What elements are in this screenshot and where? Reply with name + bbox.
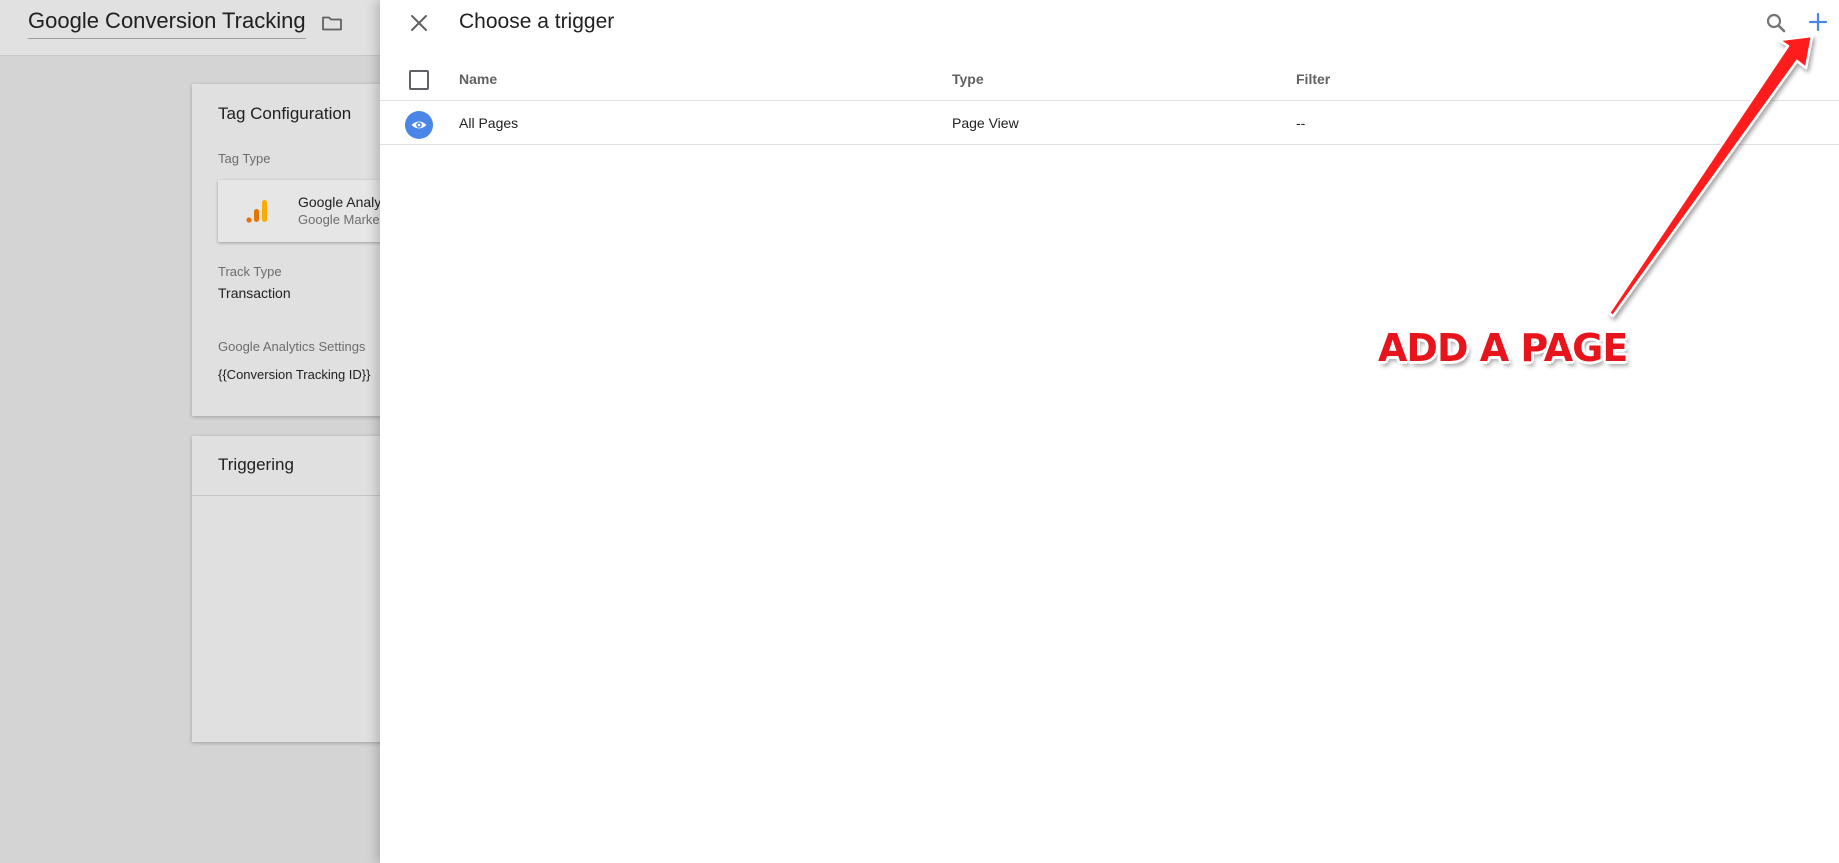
column-header-type[interactable]: Type [952,71,984,87]
ga-settings-value: {{Conversion Tracking ID}} [218,367,371,382]
google-analytics-icon [246,200,267,223]
column-header-name[interactable]: Name [459,71,497,87]
eye-icon [411,121,427,129]
tag-name-title[interactable]: Google Conversion Tracking [28,8,306,39]
panel-title: Choose a trigger [459,10,615,33]
tag-type-selector[interactable]: Google Analy Google Marke [218,180,392,242]
tag-configuration-card[interactable]: Tag Configuration Tag Type Google Analy … [192,84,392,416]
track-type-value: Transaction [218,285,291,301]
triggering-heading: Triggering [218,455,294,474]
select-all-checkbox[interactable] [409,70,429,90]
tag-type-subtitle: Google Marke [298,212,380,227]
tag-type-label: Tag Type [218,151,271,166]
close-icon[interactable] [407,11,431,35]
trigger-type: Page View [952,115,1019,131]
triggering-card[interactable]: Triggering [192,436,392,742]
add-trigger-icon[interactable] [1806,10,1830,34]
tag-type-name: Google Analy [298,194,382,210]
choose-trigger-panel: Choose a trigger Name Type Filter All Pa… [380,0,1839,863]
folder-icon[interactable] [320,11,344,35]
trigger-filter: -- [1296,115,1306,131]
search-icon[interactable] [1764,11,1788,35]
trigger-name: All Pages [459,115,519,131]
column-header-filter[interactable]: Filter [1296,71,1330,87]
trigger-row-all-pages[interactable]: All Pages Page View -- [380,101,1839,145]
triggering-divider [192,495,392,496]
row-divider [380,144,1839,145]
track-type-label: Track Type [218,264,282,279]
ga-settings-label: Google Analytics Settings [218,339,366,354]
trigger-type-badge [405,111,433,139]
tag-configuration-heading: Tag Configuration [218,104,352,123]
annotation-label: ADD A PAGE [1378,326,1628,370]
